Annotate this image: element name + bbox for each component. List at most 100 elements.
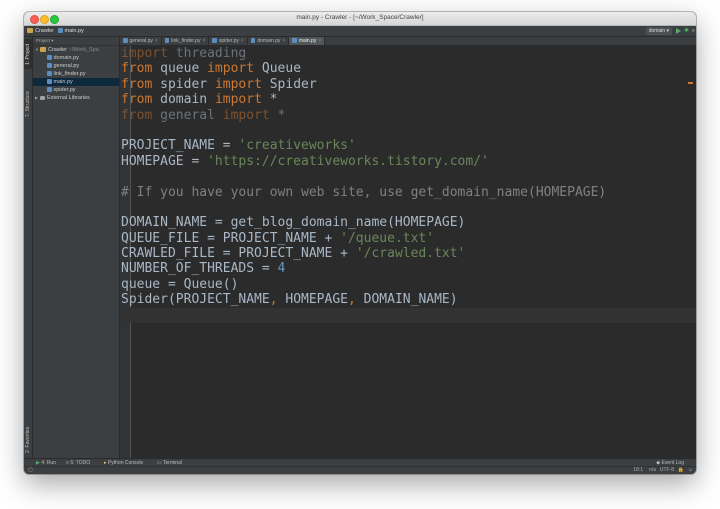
library-icon xyxy=(40,95,45,100)
tab-link-finder[interactable]: link_finder.py × xyxy=(162,37,210,45)
python-file-icon xyxy=(47,79,52,85)
folder-icon xyxy=(40,47,46,52)
code-token: import xyxy=(214,76,262,92)
python-file-icon xyxy=(292,38,297,44)
code-token: from xyxy=(121,61,153,77)
code-token: import xyxy=(222,107,270,123)
code-token: NUMBER_OF_THREADS = xyxy=(121,261,278,277)
layout-toggle-icon[interactable]: ▢ xyxy=(28,467,33,474)
line-separator-status[interactable]: n/a xyxy=(649,467,656,474)
code-token: 4 xyxy=(277,261,286,277)
tree-file-main[interactable]: main.py xyxy=(33,78,119,86)
ide-window: main.py - Crawler - [~/Work_Space/Crawle… xyxy=(24,12,696,474)
search-icon[interactable]: ⌕ xyxy=(692,27,695,35)
code-token: * xyxy=(261,92,278,108)
tab-general[interactable]: general.py × xyxy=(120,37,162,45)
folder-icon xyxy=(27,28,33,33)
code-token: * xyxy=(269,107,286,123)
code-line[interactable]: Spider(PROJECT_NAME, HOMEPAGE, DOMAIN_NA… xyxy=(121,292,696,307)
code-line[interactable]: from domain import * xyxy=(121,92,696,107)
python-file-icon xyxy=(212,38,217,44)
close-tab-icon[interactable]: × xyxy=(282,38,285,44)
code-line[interactable]: import threading xyxy=(121,46,696,61)
python-file-icon xyxy=(47,87,52,93)
code-token: QUEUE_FILE = PROJECT_NAME + xyxy=(121,230,341,246)
run-configuration-select[interactable]: domain ▾ xyxy=(645,27,672,35)
editor-tabs: general.py × link_finder.py × spider.py × d… xyxy=(120,37,696,46)
status-bar: ▢ 18:1 n/a UTF-8 🔒 ☺ xyxy=(24,466,696,474)
left-tool-strip: 1: Project 7: Structure 2: Favorites xyxy=(24,37,33,459)
close-tab-icon[interactable]: × xyxy=(155,38,158,44)
code-line[interactable] xyxy=(121,307,696,324)
code-token: import xyxy=(214,92,262,108)
tree-file-link-finder[interactable]: link_finder.py xyxy=(33,70,119,78)
python-file-icon xyxy=(47,55,52,61)
code-token: Queue xyxy=(254,61,302,77)
code-token: '/queue.txt' xyxy=(340,230,435,246)
favorites-tool-tab[interactable]: 2: Favorites xyxy=(24,425,32,455)
project-tool-tab[interactable]: 1: Project xyxy=(24,39,32,69)
python-file-icon xyxy=(47,63,52,69)
code-line[interactable]: from general import * xyxy=(121,108,696,123)
close-tab-icon[interactable]: × xyxy=(241,38,244,44)
code-token: queue xyxy=(152,61,208,77)
file-encoding-status[interactable]: UTF-8 xyxy=(660,467,674,474)
code-editor[interactable]: import threading from queue import Queue f… xyxy=(120,46,696,459)
breadcrumb-file[interactable]: main.py xyxy=(58,27,84,35)
code-line[interactable] xyxy=(121,169,696,184)
code-line[interactable]: queue = Queue() xyxy=(121,277,696,292)
code-token: threading xyxy=(167,46,247,61)
navigation-bar: Crawler main.py domain ▾ ✱ ⌕ xyxy=(24,26,696,37)
tree-file-general[interactable]: general.py xyxy=(33,62,119,70)
code-line[interactable]: DOMAIN_NAME = get_blog_domain_name(HOMEP… xyxy=(121,215,696,230)
tree-external-libraries[interactable]: ▶ External Libraries xyxy=(33,94,119,102)
debug-icon[interactable]: ✱ xyxy=(684,28,689,34)
code-token: domain xyxy=(152,92,215,108)
code-token: HOMEPAGE = xyxy=(121,153,208,169)
code-line[interactable]: PROJECT_NAME = 'creativeworks' xyxy=(121,138,696,153)
code-token: queue = Queue() xyxy=(121,276,239,292)
close-tab-icon[interactable]: × xyxy=(202,38,205,44)
tab-domain[interactable]: domain.py × xyxy=(248,37,290,45)
code-line[interactable]: # If you have your own web site, use get… xyxy=(121,185,696,200)
python-file-icon xyxy=(250,38,256,44)
tab-spider[interactable]: spider.py × xyxy=(209,37,248,45)
python-file-icon xyxy=(58,28,63,34)
code-line[interactable] xyxy=(121,123,696,138)
run-icon[interactable] xyxy=(676,28,681,34)
project-panel-header[interactable]: Project ▾ xyxy=(33,37,119,46)
breadcrumb-project[interactable]: Crawler xyxy=(27,27,54,35)
code-token: general xyxy=(152,107,223,123)
code-line[interactable]: CRAWLED_FILE = PROJECT_NAME + '/crawled.… xyxy=(121,246,696,261)
close-tab-icon[interactable]: × xyxy=(318,38,321,44)
structure-tool-tab[interactable]: 7: Structure xyxy=(24,89,32,119)
code-token: DOMAIN_NAME = get_blog_domain_name(HOMEP… xyxy=(121,215,466,231)
code-line[interactable]: HOMEPAGE = 'https://creativeworks.tistor… xyxy=(121,154,696,169)
code-token: from xyxy=(121,107,153,123)
caret-position[interactable]: 18:1 xyxy=(633,467,643,474)
code-token: PROJECT_NAME = xyxy=(121,138,239,154)
code-token: '/crawled.txt' xyxy=(355,246,466,262)
tree-root-crawler[interactable]: ▼ Crawler ~/Work_Spa xyxy=(33,46,119,54)
code-token: Spider(PROJECT_NAME xyxy=(121,292,270,308)
code-line[interactable] xyxy=(121,200,696,215)
window-title: main.py - Crawler - [~/Work_Space/Crawle… xyxy=(296,14,424,21)
tree-file-spider[interactable]: spider.py xyxy=(33,86,119,94)
inspector-icon[interactable]: ☺ xyxy=(688,467,693,474)
code-line[interactable]: NUMBER_OF_THREADS = 4 xyxy=(121,261,696,276)
warning-marker[interactable] xyxy=(688,82,693,84)
code-line[interactable]: from spider import Spider xyxy=(121,77,696,92)
code-line[interactable]: from queue import Queue xyxy=(121,61,696,76)
lock-icon[interactable]: 🔒 xyxy=(678,467,684,474)
code-area[interactable]: import threading from queue import Queue f… xyxy=(121,46,696,324)
code-token: from xyxy=(121,92,153,108)
tab-main[interactable]: main.py × xyxy=(289,37,326,45)
tree-file-domain[interactable]: domain.py xyxy=(33,54,119,62)
code-line[interactable]: QUEUE_FILE = PROJECT_NAME + '/queue.txt' xyxy=(121,231,696,246)
code-token: from xyxy=(121,76,153,92)
project-tree: ▼ Crawler ~/Work_Spa domain.py general.py… xyxy=(33,46,120,459)
code-token: DOMAIN_NAME) xyxy=(363,292,458,308)
code-token: import xyxy=(207,61,255,77)
title-bar: main.py - Crawler - [~/Work_Space/Crawle… xyxy=(24,12,696,26)
code-token: Spider xyxy=(261,76,317,92)
